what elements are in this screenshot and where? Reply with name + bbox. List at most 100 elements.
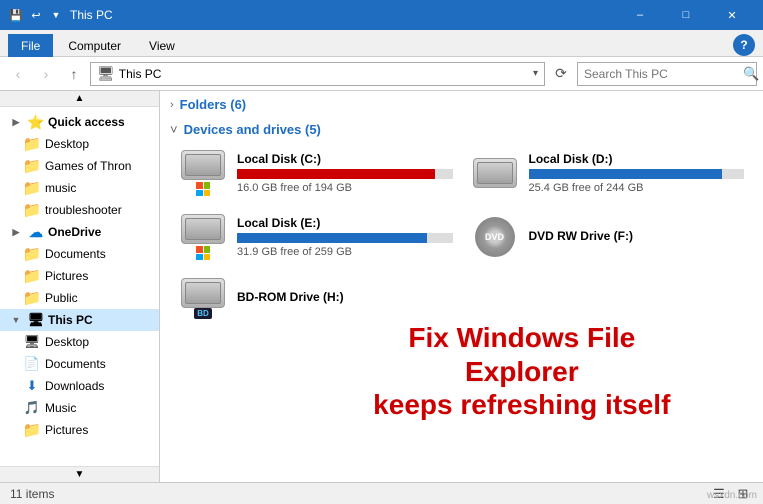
sidebar-item-games[interactable]: 📁 Games of Thron <box>0 155 159 177</box>
drive-c-icon-wrap <box>179 150 227 196</box>
main-layout: ▲ ▶ ⭐ Quick access 📁 Desktop 📁 Games of … <box>0 91 763 482</box>
documents-icon: 📄 <box>24 356 40 372</box>
sidebar-quick-access-label: Quick access <box>48 115 125 129</box>
folders-section[interactable]: › Folders (6) <box>160 91 763 116</box>
sidebar-item-onedrive[interactable]: ▶ ☁ OneDrive <box>0 221 159 243</box>
devices-chevron-icon: ˅ <box>170 122 178 137</box>
devices-section-title: Devices and drives (5) <box>184 122 321 137</box>
ribbon-tabs: File Computer View ? <box>0 30 763 56</box>
drive-c-bar-fill <box>237 169 435 179</box>
sidebar-pictures-1-label: Pictures <box>45 269 88 283</box>
sidebar-item-desktop-2[interactable]: 🖥 Desktop <box>0 331 159 353</box>
drive-h-info: BD-ROM Drive (H:) <box>237 290 453 307</box>
drive-e-space: 31.9 GB free of 259 GB <box>237 246 453 258</box>
hdd-e-icon <box>181 214 225 244</box>
sidebar-scroll-up[interactable]: ▲ <box>0 91 159 107</box>
refresh-button[interactable]: ⟳ <box>549 62 573 86</box>
help-button[interactable]: ? <box>733 34 755 56</box>
address-path-text: This PC <box>119 67 162 81</box>
sidebar-item-pictures-2[interactable]: 📁 Pictures <box>0 419 159 441</box>
drives-grid: Local Disk (C:) 16.0 GB free of 194 GB L… <box>160 141 763 269</box>
folder-icon: 📁 <box>24 422 40 438</box>
sidebar-item-troubleshooter[interactable]: 📁 troubleshooter <box>0 199 159 221</box>
forward-button[interactable]: › <box>34 62 58 86</box>
windows-logo-e <box>196 246 210 260</box>
sidebar-item-quick-access[interactable]: ▶ ⭐ Quick access <box>0 111 159 133</box>
music-icon: 🎵 <box>24 400 40 416</box>
item-count: 11 items <box>10 487 54 501</box>
sidebar-item-music-1[interactable]: 📁 music <box>0 177 159 199</box>
maximize-button[interactable]: □ <box>663 0 709 30</box>
watermark: wsxdn.com <box>707 490 757 501</box>
content-area: › Folders (6) ˅ Devices and drives (5) <box>160 91 763 482</box>
drive-e-info: Local Disk (E:) 31.9 GB free of 259 GB <box>237 216 453 258</box>
drive-h[interactable]: BD BD-ROM Drive (H:) <box>170 269 462 328</box>
sidebar-item-documents-1[interactable]: 📁 Documents <box>0 243 159 265</box>
title-bar-controls: – □ ✕ <box>617 0 755 30</box>
address-path[interactable]: 🖥 This PC ▾ <box>90 62 545 86</box>
sidebar-wrapper: ▲ ▶ ⭐ Quick access 📁 Desktop 📁 Games of … <box>0 91 160 482</box>
drive-f-name: DVD RW Drive (F:) <box>529 229 745 243</box>
search-icon[interactable]: 🔍 <box>743 66 759 82</box>
pc-icon: 🖥 <box>28 312 44 328</box>
search-bar: 🔍 <box>577 62 757 86</box>
sidebar-item-music-2[interactable]: 🎵 Music <box>0 397 159 419</box>
sidebar-scroll-down[interactable]: ▼ <box>0 466 159 482</box>
drive-e[interactable]: Local Disk (E:) 31.9 GB free of 259 GB <box>170 205 462 269</box>
sidebar-documents-1-label: Documents <box>45 247 106 261</box>
drive-d-info: Local Disk (D:) 25.4 GB free of 244 GB <box>529 152 745 194</box>
drive-d[interactable]: Local Disk (D:) 25.4 GB free of 244 GB <box>462 141 754 205</box>
address-bar: ‹ › ↑ 🖥 This PC ▾ ⟳ 🔍 <box>0 57 763 91</box>
title-save-icon[interactable]: 💾 <box>8 7 24 23</box>
title-undo-icon[interactable]: ↩ <box>28 7 44 23</box>
star-icon: ⭐ <box>28 114 44 130</box>
drive-d-space: 25.4 GB free of 244 GB <box>529 182 745 194</box>
drive-e-name: Local Disk (E:) <box>237 216 453 230</box>
drive-c-name: Local Disk (C:) <box>237 152 453 166</box>
sidebar-desktop-2-label: Desktop <box>45 335 89 349</box>
bd-badge: BD <box>194 308 212 319</box>
ribbon: File Computer View ? <box>0 30 763 57</box>
drive-d-bar-bg <box>529 169 745 179</box>
search-input[interactable] <box>584 67 739 81</box>
title-down-icon[interactable]: ▼ <box>48 7 64 23</box>
folder-icon: 📁 <box>24 202 40 218</box>
tab-view[interactable]: View <box>136 34 188 57</box>
sidebar-item-this-pc[interactable]: ▼ 🖥 This PC <box>0 309 159 331</box>
sidebar-troubleshooter-label: troubleshooter <box>45 203 122 217</box>
download-icon: ⬇ <box>24 378 40 394</box>
folders-chevron-icon: › <box>170 99 174 111</box>
sidebar-item-downloads[interactable]: ⬇ Downloads <box>0 375 159 397</box>
folder-icon: 📁 <box>24 158 40 174</box>
hdd-d-icon <box>473 158 517 188</box>
back-button[interactable]: ‹ <box>6 62 30 86</box>
status-bar: 11 items ☰ ⊞ <box>0 482 763 504</box>
sidebar-item-public[interactable]: 📁 Public <box>0 287 159 309</box>
cloud-icon: ☁ <box>28 224 44 240</box>
folder-icon: 📁 <box>24 290 40 306</box>
sidebar-public-label: Public <box>45 291 78 305</box>
sidebar-downloads-label: Downloads <box>45 379 104 393</box>
sidebar-item-pictures-1[interactable]: 📁 Pictures <box>0 265 159 287</box>
sidebar-games-label: Games of Thron <box>45 159 131 173</box>
hdd-h-icon <box>181 278 225 308</box>
drive-e-icon-wrap <box>179 214 227 260</box>
drive-f[interactable]: DVD DVD RW Drive (F:) <box>462 205 754 269</box>
address-pc-icon: 🖥 <box>97 65 115 82</box>
sidebar-music-1-label: music <box>45 181 76 195</box>
close-button[interactable]: ✕ <box>709 0 755 30</box>
window-title: This PC <box>70 8 113 22</box>
tab-computer[interactable]: Computer <box>55 34 134 57</box>
devices-section[interactable]: ˅ Devices and drives (5) <box>160 116 763 141</box>
tab-file[interactable]: File <box>8 34 53 57</box>
overlay-text: Fix Windows File Explorer keeps refreshi… <box>371 321 673 422</box>
drive-c-info: Local Disk (C:) 16.0 GB free of 194 GB <box>237 152 453 194</box>
folder-icon: 📁 <box>24 246 40 262</box>
sidebar-item-documents-2[interactable]: 📄 Documents <box>0 353 159 375</box>
sidebar-item-desktop-1[interactable]: 📁 Desktop <box>0 133 159 155</box>
drive-h-name: BD-ROM Drive (H:) <box>237 290 453 304</box>
drive-c[interactable]: Local Disk (C:) 16.0 GB free of 194 GB <box>170 141 462 205</box>
up-button[interactable]: ↑ <box>62 62 86 86</box>
drive-d-name: Local Disk (D:) <box>529 152 745 166</box>
minimize-button[interactable]: – <box>617 0 663 30</box>
